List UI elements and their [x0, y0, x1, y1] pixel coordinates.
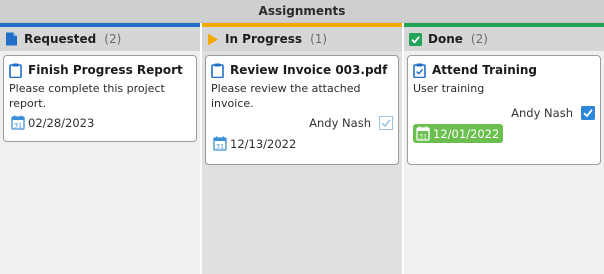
card-title: Review Invoice 003.pdf: [230, 63, 388, 77]
svg-text:31: 31: [419, 133, 427, 141]
svg-text:31: 31: [14, 122, 22, 130]
assignee-name: Andy Nash: [309, 116, 371, 130]
board-title-text: Assignments: [258, 4, 346, 18]
clipboard-icon: [9, 63, 22, 78]
due-date-text: 12/13/2022: [230, 136, 297, 151]
completed-date-text: 12/01/2022: [433, 126, 500, 141]
play-triangle-icon: [207, 33, 219, 46]
card-date-row: 31 02/28/2023: [9, 113, 191, 132]
svg-text:31: 31: [216, 143, 224, 151]
card-title: Finish Progress Report: [28, 63, 183, 77]
columns-container: Requested (2) Finish Progress Report Ple…: [0, 23, 604, 274]
column-header-done[interactable]: Done (2): [404, 27, 604, 51]
card-description: User training: [413, 82, 485, 95]
column-header-in-progress[interactable]: In Progress (1): [202, 27, 402, 51]
column-count: (1): [310, 32, 328, 46]
column-count: (2): [104, 32, 122, 46]
clipboard-check-icon: [413, 63, 426, 78]
card-description: Please complete this project report.: [9, 82, 165, 110]
task-card[interactable]: Review Invoice 003.pdf Please review the…: [205, 55, 399, 165]
column-done: Done (2) Attend Training User training A…: [402, 23, 604, 274]
assignments-board: Assignments Requested (2) Finish Progres…: [0, 0, 604, 274]
completed-date: 31 12/01/2022: [413, 124, 504, 143]
column-count: (2): [470, 32, 488, 46]
card-date-row: 31 12/01/2022: [413, 124, 595, 143]
checkbox-checked-icon: [409, 32, 422, 46]
calendar-icon: 31: [11, 115, 25, 130]
card-assignee-row: Andy Nash: [413, 104, 595, 122]
clipboard-icon: [211, 63, 224, 78]
completed-checkbox[interactable]: [379, 116, 393, 130]
calendar-icon: 31: [416, 126, 430, 141]
card-title-row: Review Invoice 003.pdf: [211, 61, 393, 79]
document-icon: [5, 32, 18, 46]
completed-checkbox[interactable]: [581, 106, 595, 120]
column-title: Done: [428, 32, 463, 46]
card-assignee-row: Andy Nash: [211, 114, 393, 132]
column-in-progress: In Progress (1) Review Invoice 003.pdf P…: [200, 23, 402, 274]
card-title-row: Attend Training: [413, 61, 595, 79]
assignee-name: Andy Nash: [511, 106, 573, 120]
card-description: Please review the attached invoice.: [211, 82, 361, 110]
due-date: 31 12/13/2022: [211, 134, 299, 153]
card-date-row: 31 12/13/2022: [211, 134, 393, 153]
due-date-text: 02/28/2023: [28, 115, 95, 130]
column-title: In Progress: [225, 32, 303, 46]
due-date: 31 02/28/2023: [9, 113, 97, 132]
card-title: Attend Training: [432, 63, 537, 77]
task-card[interactable]: Attend Training User training Andy Nash: [407, 55, 601, 165]
task-card[interactable]: Finish Progress Report Please complete t…: [3, 55, 197, 142]
board-title: Assignments: [0, 0, 604, 23]
column-header-requested[interactable]: Requested (2): [0, 27, 200, 51]
calendar-icon: 31: [213, 136, 227, 151]
column-title: Requested: [24, 32, 97, 46]
column-requested: Requested (2) Finish Progress Report Ple…: [0, 23, 200, 274]
card-title-row: Finish Progress Report: [9, 61, 191, 79]
